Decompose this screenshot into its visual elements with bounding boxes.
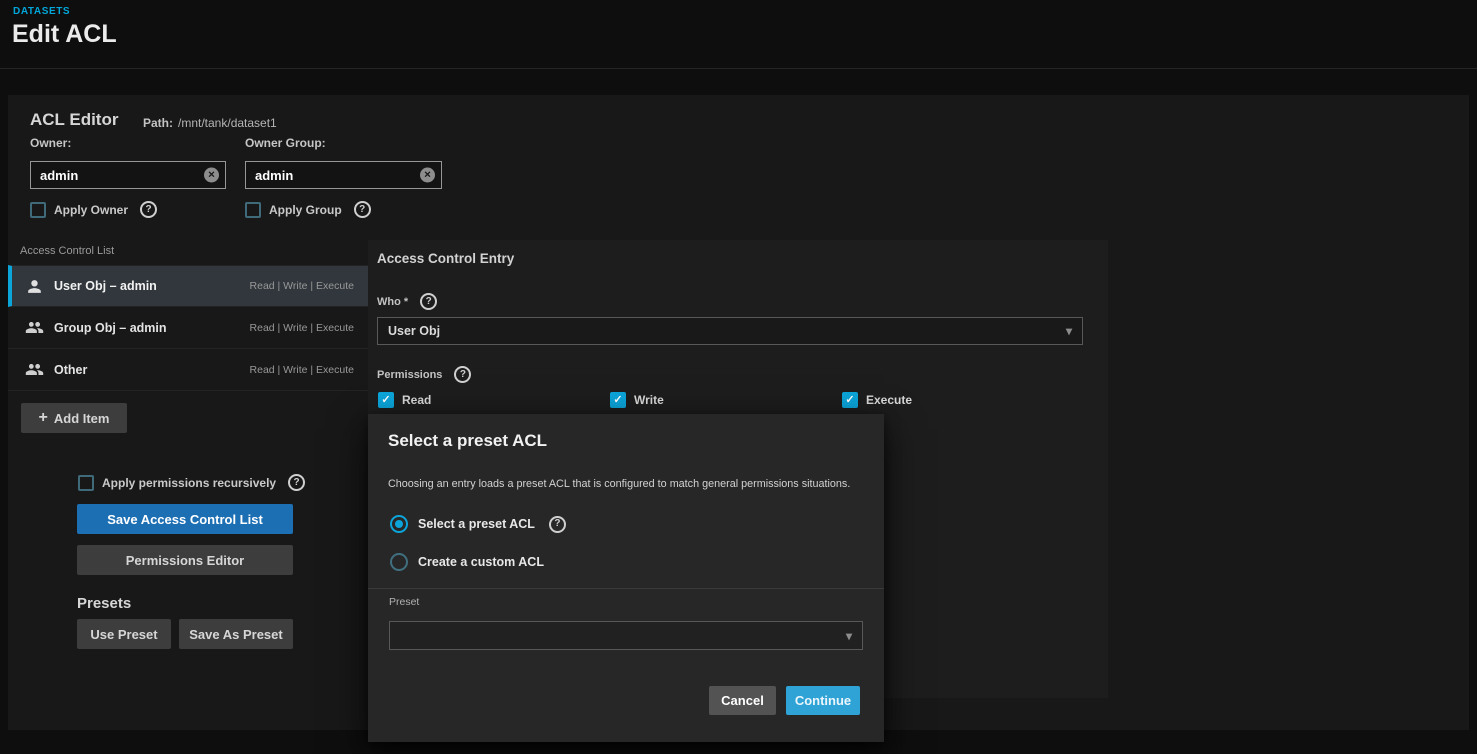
acl-list-title: Access Control List (20, 245, 114, 257)
read-label[interactable]: Read (402, 393, 431, 407)
preset-select[interactable]: ▾ (389, 621, 863, 650)
write-permission: ✓ Write (610, 392, 664, 408)
dialog-description: Choosing an entry loads a preset ACL tha… (388, 478, 850, 490)
read-permission: ✓ Read (378, 392, 431, 408)
who-label-row: Who * ? (377, 293, 437, 310)
who-help-icon[interactable]: ? (420, 293, 437, 310)
owner-field: ✕ (30, 161, 226, 189)
apply-group-checkbox[interactable] (245, 202, 261, 218)
save-acl-button[interactable]: Save Access Control List (77, 504, 293, 534)
radio-selected-icon[interactable] (390, 515, 408, 533)
acl-editor-title: ACL Editor (30, 110, 118, 130)
owner-group-field: ✕ (245, 161, 442, 189)
write-checkbox[interactable]: ✓ (610, 392, 626, 408)
permissions-label: Permissions (377, 369, 442, 381)
acl-item-user-obj[interactable]: User Obj – admin Read | Write | Execute (8, 265, 368, 307)
preset-option-help-icon[interactable]: ? (549, 516, 566, 533)
chevron-down-icon: ▾ (1066, 325, 1072, 337)
recursive-help-icon[interactable]: ? (288, 474, 305, 491)
write-label[interactable]: Write (634, 393, 664, 407)
execute-label[interactable]: Execute (866, 393, 912, 407)
acl-item-other[interactable]: Other Read | Write | Execute (8, 349, 368, 391)
execute-checkbox[interactable]: ✓ (842, 392, 858, 408)
select-preset-acl-dialog: Select a preset ACL Choosing an entry lo… (368, 414, 884, 742)
use-preset-button[interactable]: Use Preset (77, 619, 171, 649)
apply-group-help-icon[interactable]: ? (354, 201, 371, 218)
dialog-divider (368, 588, 884, 589)
option-create-custom-label[interactable]: Create a custom ACL (418, 555, 544, 569)
cancel-button[interactable]: Cancel (709, 686, 776, 715)
clear-owner-icon[interactable]: ✕ (204, 168, 219, 183)
option-select-preset-label[interactable]: Select a preset ACL (418, 517, 535, 531)
page-title: Edit ACL (12, 20, 117, 49)
owner-group-label: Owner Group: (245, 136, 326, 150)
apply-group-label[interactable]: Apply Group (269, 203, 342, 217)
owner-group-input[interactable] (245, 161, 442, 189)
who-select-value: User Obj (388, 324, 440, 338)
who-select[interactable]: User Obj ▾ (377, 317, 1083, 345)
save-as-preset-button[interactable]: Save As Preset (179, 619, 293, 649)
continue-button[interactable]: Continue (786, 686, 860, 715)
who-label: Who * (377, 296, 408, 308)
option-create-custom[interactable]: Create a custom ACL (390, 553, 544, 571)
header-divider (0, 68, 1477, 69)
acl-item-permissions: Read | Write | Execute (250, 280, 354, 292)
permissions-label-row: Permissions ? (377, 366, 471, 383)
acl-item-label: Other (54, 363, 87, 377)
presets-title: Presets (77, 595, 131, 612)
chevron-down-icon: ▾ (846, 630, 852, 642)
apply-group-row: Apply Group ? (245, 201, 371, 218)
permissions-help-icon[interactable]: ? (454, 366, 471, 383)
execute-permission: ✓ Execute (842, 392, 912, 408)
apply-owner-checkbox[interactable] (30, 202, 46, 218)
group-icon (24, 360, 44, 380)
acl-item-permissions: Read | Write | Execute (250, 322, 354, 334)
acl-item-label: Group Obj – admin (54, 321, 167, 335)
owner-label: Owner: (30, 136, 71, 150)
acl-item-permissions: Read | Write | Execute (250, 364, 354, 376)
clear-owner-group-icon[interactable]: ✕ (420, 168, 435, 183)
read-checkbox[interactable]: ✓ (378, 392, 394, 408)
option-select-preset[interactable]: Select a preset ACL ? (390, 515, 566, 533)
add-item-label: Add Item (54, 411, 110, 426)
user-icon (24, 276, 44, 296)
edit-acl-screen: DATASETS Edit ACL ACL Editor Path: /mnt/t… (0, 0, 1477, 754)
dataset-path: Path: /mnt/tank/dataset1 (143, 116, 277, 130)
recursive-label[interactable]: Apply permissions recursively (102, 476, 276, 490)
ace-title: Access Control Entry (377, 251, 514, 266)
acl-item-group-obj[interactable]: Group Obj – admin Read | Write | Execute (8, 307, 368, 349)
recursive-checkbox[interactable] (78, 475, 94, 491)
preset-field-label: Preset (389, 596, 419, 608)
plus-icon: + (39, 410, 48, 426)
recursive-row: Apply permissions recursively ? (78, 474, 305, 491)
owner-input[interactable] (30, 161, 226, 189)
acl-item-label: User Obj – admin (54, 279, 157, 293)
path-value: /mnt/tank/dataset1 (178, 116, 277, 130)
apply-owner-help-icon[interactable]: ? (140, 201, 157, 218)
group-icon (24, 318, 44, 338)
dialog-title: Select a preset ACL (388, 431, 547, 451)
add-item-button[interactable]: + Add Item (21, 403, 127, 433)
path-label: Path: (143, 116, 173, 130)
permissions-editor-button[interactable]: Permissions Editor (77, 545, 293, 575)
breadcrumb-datasets[interactable]: DATASETS (13, 6, 70, 17)
apply-owner-row: Apply Owner ? (30, 201, 157, 218)
apply-owner-label[interactable]: Apply Owner (54, 203, 128, 217)
radio-unselected-icon[interactable] (390, 553, 408, 571)
